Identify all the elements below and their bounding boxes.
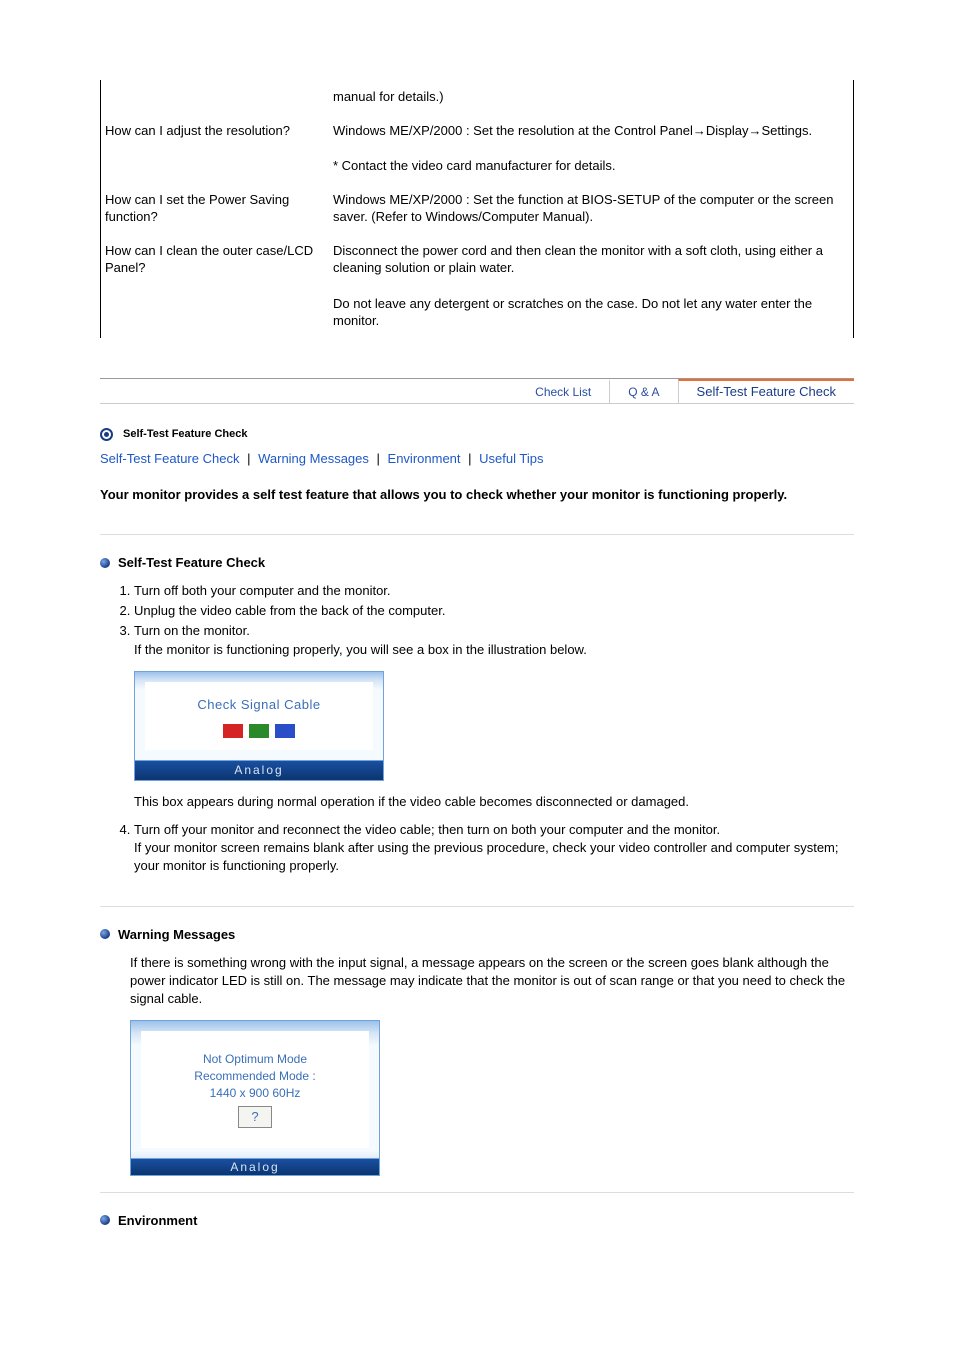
subheader-label: Self-Test Feature Check [118,555,265,570]
divider [100,534,854,535]
subheader-label: Environment [118,1213,197,1228]
subheader-warning: Warning Messages [100,927,854,942]
not-optimum-box: Not Optimum Mode Recommended Mode : 1440… [130,1020,380,1176]
rgb-squares [145,724,373,738]
square-red [223,724,243,738]
steps-list: Turn off both your computer and the moni… [134,582,854,875]
link-self-test[interactable]: Self-Test Feature Check [100,451,239,466]
section-title: Self-Test Feature Check [123,428,248,440]
warning-body: If there is something wrong with the inp… [130,954,854,1009]
anchor-links: Self-Test Feature Check | Warning Messag… [100,451,854,466]
qa-table: manual for details.) How can I adjust th… [100,80,854,338]
bullet-icon [100,428,113,441]
qa-answer: manual for details.) [329,80,854,114]
tab-q-and-a[interactable]: Q & A [609,379,677,403]
section-heading: Self-Test Feature Check [100,428,854,441]
box-line: Not Optimum Mode [141,1051,369,1068]
qa-answer-part: Windows ME/XP/2000 : Set the resolution … [333,122,849,140]
qa-question: How can I set the Power Saving function? [101,183,330,234]
qa-question [101,80,330,114]
qa-answer: Disconnect the power cord and then clean… [329,234,854,338]
mode-bar: Analog [135,760,383,780]
table-row: How can I clean the outer case/LCD Panel… [101,234,854,338]
list-item: Turn off your monitor and reconnect the … [134,821,854,876]
divider [100,906,854,907]
dot-icon [100,558,110,568]
qa-answer: Windows ME/XP/2000 : Set the function at… [329,183,854,234]
qa-answer-part: Do not leave any detergent or scratches … [333,295,849,330]
list-item: Turn off both your computer and the moni… [134,582,854,600]
page-content: manual for details.) How can I adjust th… [0,0,954,1280]
qa-question: How can I adjust the resolution? [101,114,330,183]
tab-nav: Check List Q & A Self-Test Feature Check [100,378,854,404]
qa-question: How can I clean the outer case/LCD Panel… [101,234,330,338]
box-title: Check Signal Cable [145,696,373,714]
qa-answer-part: Disconnect the power cord and then clean… [333,242,849,277]
table-row: manual for details.) [101,80,854,114]
subheader-self-test: Self-Test Feature Check [100,555,854,570]
box-line: Recommended Mode : [141,1068,369,1085]
intro-text: Your monitor provides a self test featur… [100,486,854,504]
qa-answer: Windows ME/XP/2000 : Set the resolution … [329,114,854,183]
table-row: How can I adjust the resolution? Windows… [101,114,854,183]
table-row: How can I set the Power Saving function?… [101,183,854,234]
link-warning-messages[interactable]: Warning Messages [258,451,369,466]
link-environment[interactable]: Environment [388,451,461,466]
tab-self-test[interactable]: Self-Test Feature Check [678,379,854,403]
mode-bar: Analog [131,1158,379,1175]
step-note: This box appears during normal operation… [134,793,854,811]
help-button[interactable]: ? [238,1106,271,1128]
subheader-label: Warning Messages [118,927,235,942]
list-item: Turn on the monitor. If the monitor is f… [134,622,854,811]
qa-answer-part: * Contact the video card manufacturer fo… [333,157,849,175]
list-item: Unplug the video cable from the back of … [134,602,854,620]
link-useful-tips[interactable]: Useful Tips [479,451,543,466]
dot-icon [100,929,110,939]
tab-check-list[interactable]: Check List [517,379,609,403]
box-line: 1440 x 900 60Hz [141,1085,369,1102]
square-green [249,724,269,738]
subheader-environment: Environment [100,1213,854,1228]
check-signal-box: Check Signal Cable Analog [134,671,384,781]
square-blue [275,724,295,738]
dot-icon [100,1215,110,1225]
divider [100,1192,854,1193]
